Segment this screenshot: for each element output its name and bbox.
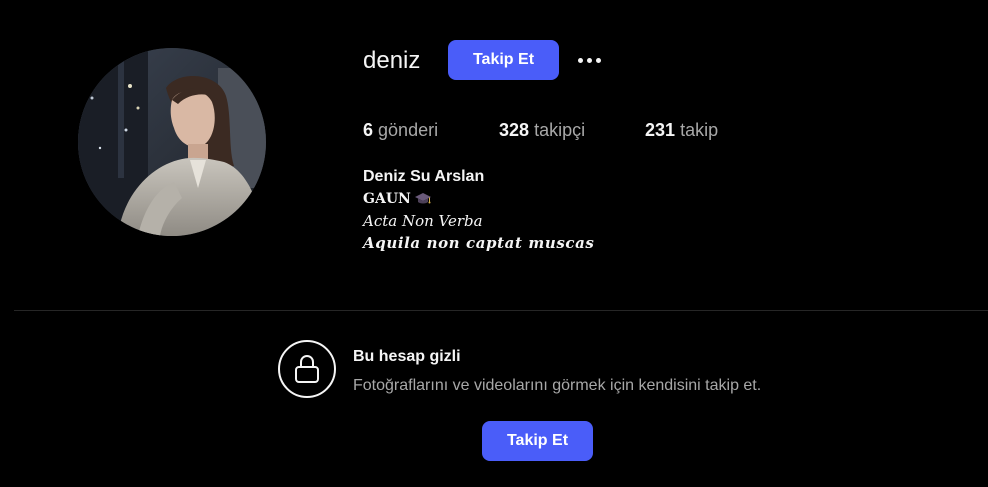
followers-count-number: 328 [499, 120, 530, 140]
more-horizontal-icon-dot [586, 57, 592, 63]
posts-count-label: gönderi [378, 120, 439, 140]
more-horizontal-icon-dot [595, 57, 601, 63]
profile-username: deniz [363, 47, 421, 74]
followers-count[interactable]: 328 takipçi [499, 118, 585, 142]
section-divider [14, 310, 988, 311]
bio-line-motto: Acta Non Verba [363, 212, 483, 230]
more-options-button[interactable] [572, 48, 606, 72]
profile-page: deniz Takip Et 6 gönderi 328 takipçi 231… [0, 0, 988, 487]
bio-line-school: GAUN [363, 188, 763, 210]
following-count[interactable]: 231 takip [645, 118, 718, 142]
posts-count-number: 6 [363, 120, 374, 140]
bio-line-quote: Aquila non captat muscas [363, 234, 595, 252]
following-count-label: takip [680, 120, 719, 140]
private-account-title: Bu hesap gizli [353, 348, 461, 365]
posts-count: 6 gönderi [363, 118, 438, 142]
avatar-photo [78, 48, 266, 236]
following-count-number: 231 [645, 120, 676, 140]
more-horizontal-icon [577, 57, 583, 63]
follow-button-private[interactable]: Takip Et [482, 421, 593, 461]
bio-school-text: GAUN [363, 191, 411, 207]
lock-icon-circle [278, 340, 336, 398]
profile-bio: Deniz Su Arslan GAUN Acta Non Verba Aqui… [363, 166, 763, 254]
profile-avatar[interactable] [78, 48, 266, 236]
followers-count-label: takipçi [534, 120, 586, 140]
lock-icon [295, 354, 319, 383]
graduation-cap-icon [414, 193, 431, 204]
follow-button[interactable]: Takip Et [448, 40, 559, 80]
profile-full-name: Deniz Su Arslan [363, 168, 485, 185]
private-account-description: Fotoğraflarını ve videolarını görmek içi… [353, 377, 762, 394]
